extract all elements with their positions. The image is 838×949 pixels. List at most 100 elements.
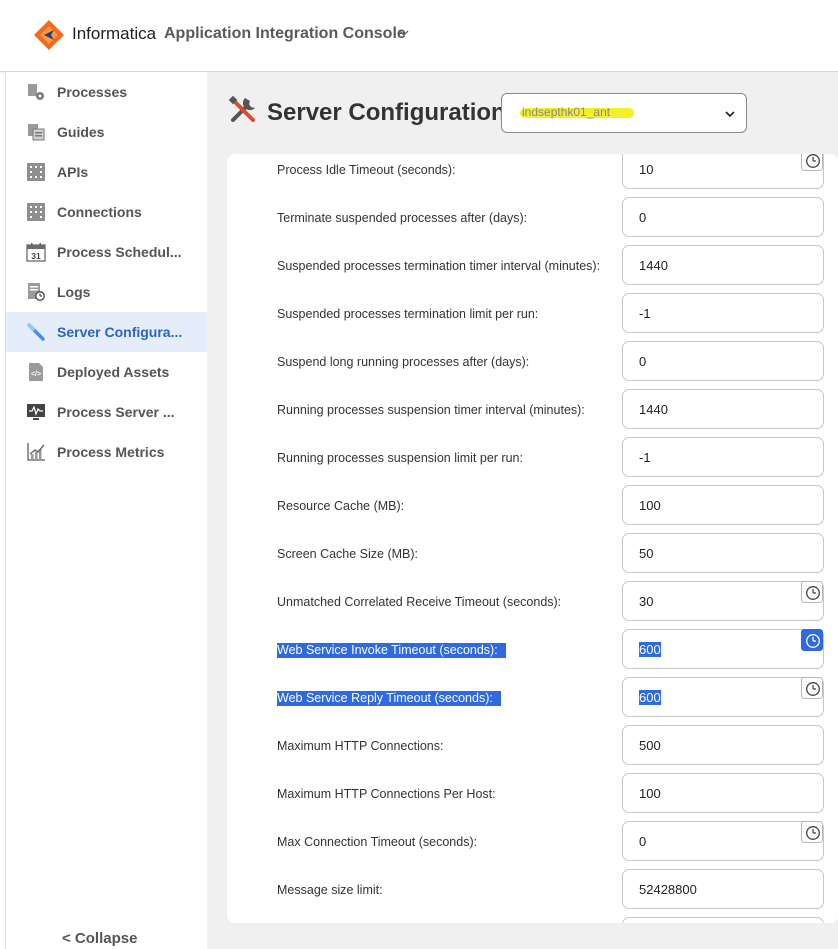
server-select[interactable]: indsepthk01_ant: [501, 93, 747, 133]
setting-value: -1: [639, 450, 651, 465]
setting-row: Running processes suspension timer inter…: [227, 389, 838, 437]
processes-icon: [28, 84, 44, 100]
setting-value: 0: [639, 210, 647, 225]
setting-label: Screen Cache Size (MB):: [277, 547, 419, 561]
brand-name: Informatica: [72, 24, 157, 43]
main-content: Server Configuration indsepthk01_ant Pro…: [207, 72, 838, 949]
setting-label: Max Connection Timeout (seconds):: [277, 835, 478, 849]
guides-icon: [28, 124, 45, 141]
setting-label: Suspend long running processes after (da…: [277, 355, 530, 369]
setting-label: Process Idle Timeout (seconds):: [277, 163, 456, 177]
sidebar-item-label: Logs: [57, 284, 91, 300]
chevron-down-icon[interactable]: [724, 108, 736, 120]
monitor-icon: [27, 404, 45, 420]
setting-input[interactable]: 600: [622, 677, 824, 717]
setting-label: Running processes suspension timer inter…: [277, 403, 585, 417]
chevron-down-icon[interactable]: [398, 27, 410, 39]
setting-input[interactable]: 100: [622, 773, 824, 813]
setting-row: Web Service Reply Timeout (seconds): 600: [227, 677, 838, 725]
setting-value: 52428800: [639, 882, 697, 897]
setting-value: 50: [639, 546, 654, 561]
connections-icon: [27, 203, 45, 221]
clock-icon[interactable]: [801, 677, 823, 699]
setting-row: Resource Cache (MB): 100: [227, 485, 838, 533]
clock-icon[interactable]: [801, 629, 823, 651]
setting-input[interactable]: 600: [622, 629, 824, 669]
setting-value: 0: [639, 354, 647, 369]
setting-value: 100: [639, 498, 661, 513]
apis-icon: [27, 163, 45, 181]
setting-input[interactable]: -1: [622, 293, 824, 333]
setting-input[interactable]: 0: [622, 341, 824, 381]
setting-label: Web Service Invoke Timeout (seconds):: [277, 643, 506, 658]
setting-row: Terminate suspended processes after (day…: [227, 197, 838, 245]
setting-label: Maximum HTTP Connections Per Host:: [277, 787, 496, 801]
setting-row: Web Service Invoke Timeout (seconds): 600: [227, 629, 838, 677]
setting-value: 100: [639, 786, 661, 801]
setting-label: Maximum HTTP Connections:: [277, 739, 444, 753]
sidebar: Processes Guides APIs Connections 31 Pro…: [6, 72, 207, 949]
setting-value: 600: [639, 690, 661, 705]
sidebar-item-label: Process Server ...: [57, 404, 175, 420]
setting-label: Running processes suspension limit per r…: [277, 451, 523, 465]
app-header: Informatica Application Integration Cons…: [0, 0, 838, 72]
clock-icon[interactable]: [801, 154, 823, 171]
setting-input[interactable]: 52428800: [622, 869, 824, 909]
sidebar-item-server-configuration[interactable]: Server Configura...: [6, 312, 207, 352]
setting-row: Message size limit: 52428800: [227, 869, 838, 917]
sidebar-item-processes[interactable]: Processes: [6, 72, 207, 112]
setting-row: Maximum HTTP Connections: 500: [227, 725, 838, 773]
setting-value: 10: [639, 162, 654, 177]
sidebar-item-label: Process Metrics: [57, 444, 165, 460]
setting-label: Resource Cache (MB):: [277, 499, 405, 513]
setting-input[interactable]: 0: [622, 197, 824, 237]
setting-input[interactable]: 100: [622, 485, 824, 525]
sidebar-item-connections[interactable]: Connections: [6, 192, 207, 232]
sidebar-item-apis[interactable]: APIs: [6, 152, 207, 192]
setting-row: Message TTL (seconds):90: [227, 917, 838, 923]
setting-input[interactable]: 50: [622, 533, 824, 573]
setting-input[interactable]: -1: [622, 437, 824, 477]
clock-icon[interactable]: [801, 581, 823, 603]
sidebar-item-label: Deployed Assets: [57, 364, 170, 380]
sidebar-item-process-scheduler[interactable]: 31 Process Schedul...: [6, 232, 207, 272]
setting-label: Unmatched Correlated Receive Timeout (se…: [277, 595, 562, 609]
sidebar-item-guides[interactable]: Guides: [6, 112, 207, 152]
tools-icon: [228, 95, 255, 122]
setting-row: Running processes suspension limit per r…: [227, 437, 838, 485]
setting-input[interactable]: 90: [622, 917, 824, 923]
setting-input[interactable]: 10: [622, 154, 824, 189]
page-title: Server Configuration: [267, 99, 506, 126]
server-select-value: indsepthk01_ant: [522, 105, 611, 119]
setting-input[interactable]: 500: [622, 725, 824, 765]
setting-label: Suspended processes termination limit pe…: [277, 307, 539, 321]
setting-row: Suspended processes termination limit pe…: [227, 293, 838, 341]
sidebar-item-deployed-assets[interactable]: </> Deployed Assets: [6, 352, 207, 392]
setting-value: 1440: [639, 402, 668, 417]
server-config-icon: [27, 323, 45, 341]
settings-panel: Process Idle Timeout (seconds): 10 Termina…: [227, 154, 838, 923]
setting-value: 600: [639, 642, 661, 657]
informatica-logo-icon: [34, 20, 64, 50]
setting-value: 30: [639, 594, 654, 609]
setting-row: Process Idle Timeout (seconds): 10: [227, 154, 838, 197]
collapse-button[interactable]: < Collapse: [62, 930, 137, 947]
setting-input[interactable]: 30: [622, 581, 824, 621]
setting-value: 500: [639, 738, 661, 753]
logs-icon: [28, 283, 45, 301]
setting-label: Message size limit:: [277, 883, 383, 897]
sidebar-item-label: Connections: [57, 204, 142, 220]
clock-icon[interactable]: [801, 821, 823, 843]
sidebar-item-logs[interactable]: Logs: [6, 272, 207, 312]
sidebar-item-label: Process Schedul...: [57, 244, 182, 260]
setting-input[interactable]: 1440: [622, 389, 824, 429]
app-title[interactable]: Application Integration Console: [164, 25, 406, 43]
sidebar-item-process-server[interactable]: Process Server ...: [6, 392, 207, 432]
setting-input[interactable]: 1440: [622, 245, 824, 285]
sidebar-item-label: Server Configura...: [57, 324, 183, 340]
setting-row: Unmatched Correlated Receive Timeout (se…: [227, 581, 838, 629]
sidebar-item-process-metrics[interactable]: Process Metrics: [6, 432, 207, 472]
svg-text:31: 31: [31, 251, 41, 261]
setting-input[interactable]: 0: [622, 821, 824, 861]
setting-row: Screen Cache Size (MB): 50: [227, 533, 838, 581]
